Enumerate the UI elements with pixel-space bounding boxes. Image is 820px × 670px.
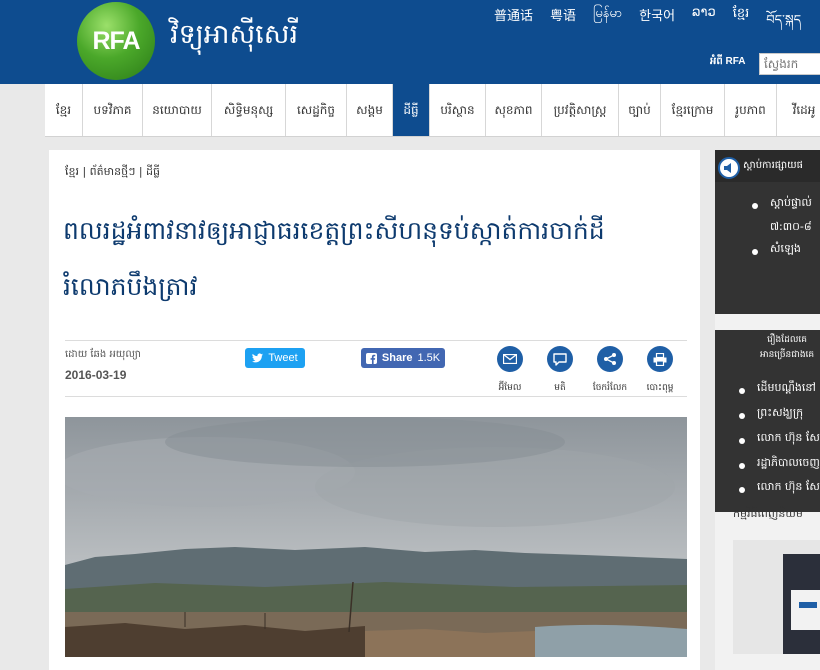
nav-item[interactable]: រូបភាព [725, 84, 777, 136]
most-read-item[interactable]: លោក ហ៊ុន សែ [757, 480, 820, 496]
byline: ដោយ ឆែង អយុល្យា [65, 349, 141, 360]
bullet [739, 413, 745, 419]
bullet [739, 487, 745, 493]
nav-item[interactable]: ប្រវត្តិសាស្ត្រ [542, 84, 619, 136]
main-nav: ខ្មែរ បទវិភាគ នយោបាយ សិទ្ធិមនុស្ស សេដ្ឋក… [45, 84, 820, 137]
search-input[interactable] [759, 53, 820, 75]
breadcrumb[interactable]: ខ្មែរ | ព័ត៌មានថ្មីៗ | ដីធ្លី [65, 165, 160, 181]
divider [65, 396, 687, 397]
email-icon [497, 346, 523, 372]
site-header: RFA វិទ្យុអាស៊ីសេរី 普通话 粤语 မြန်မာ 한국어 ລາ… [0, 0, 820, 84]
facebook-share-button[interactable]: Share 1.5K [361, 348, 445, 368]
tweet-button[interactable]: Tweet [245, 348, 305, 368]
most-read-title-line2: អានច្រើនជាងគេ [760, 350, 815, 360]
nav-item[interactable]: សង្គម [347, 84, 393, 136]
email-tool[interactable]: អ៊ីមែល [490, 346, 530, 395]
nav-item[interactable]: ខ្មែរក្រោម [661, 84, 725, 136]
listen-live-link[interactable]: ស្ដាប់ផ្ទាល់ [770, 196, 812, 212]
speaker-icon[interactable] [718, 157, 740, 179]
most-read-title-line1: រឿងដែលគេ [767, 335, 807, 345]
listen-audio-link[interactable]: សំឡេង [770, 242, 801, 258]
lang-link[interactable]: ខ្មែរ [733, 5, 750, 42]
lang-link[interactable]: 한국어 [639, 5, 675, 42]
divider [65, 340, 687, 341]
landscape-photo [65, 417, 687, 657]
print-icon [647, 346, 673, 372]
lang-link[interactable]: မြန်မာ [593, 5, 622, 42]
nav-item[interactable]: វីដេអូ [777, 84, 820, 136]
listen-title: ស្ដាប់ការផ្សាយផ [743, 160, 803, 171]
publish-date: 2016-03-19 [65, 368, 127, 382]
bullet [752, 203, 758, 209]
bullet [739, 463, 745, 469]
article-photo [65, 417, 687, 657]
bullet [752, 249, 758, 255]
site-title[interactable]: វិទ្យុអាស៊ីសេរី [170, 18, 298, 57]
share-count: 1.5K [417, 352, 441, 364]
column-gutter [700, 150, 715, 670]
nav-item-active[interactable]: ដីធ្លី [393, 84, 430, 136]
print-label: បោះពុម្ព [646, 383, 674, 393]
nav-item[interactable]: សិទ្ធិមនុស្ស [212, 84, 286, 136]
rfa-logo[interactable]: RFA [77, 2, 155, 80]
facebook-icon [365, 352, 377, 364]
most-read-item[interactable]: លោក ហ៊ុន សែ [757, 431, 820, 447]
nav-item[interactable]: នយោបាយ [143, 84, 212, 136]
tweet-label: Tweet [268, 352, 298, 364]
most-read-item[interactable]: ដើមបណ្ដឹងនៅ [757, 381, 816, 397]
share-tool[interactable]: ចែករំលែក [590, 346, 630, 395]
print-tool[interactable]: បោះពុម្ព [640, 346, 680, 395]
nav-item[interactable]: បរិស្ថាន [430, 84, 486, 136]
comment-tool[interactable]: មតិ [540, 346, 580, 395]
nav-item[interactable]: បទវិភាគ [83, 84, 143, 136]
lang-link[interactable]: 普通话 [494, 5, 533, 42]
lang-link[interactable]: བོད་སྐད [766, 5, 801, 42]
most-read-title: រឿងដែលគេ អានច្រើនជាងគេ [760, 333, 814, 363]
share-label: Share [381, 352, 413, 364]
popular-programs-title: កម្មវិធីពេញនិយម [733, 507, 803, 520]
logo-text: RFA [92, 26, 141, 55]
about-rfa-link[interactable]: អំពី RFA [710, 54, 745, 69]
bullet [739, 438, 745, 444]
language-links: 普通话 粤语 မြန်မာ 한국어 ລາວ ខ្មែរ བོད་སྐད [494, 5, 818, 42]
most-read-item[interactable]: ព្រះសង្ឃក្រុ [757, 406, 803, 422]
promo-thumbnail[interactable] [733, 540, 820, 654]
nav-item[interactable]: ខ្មែរ [45, 84, 83, 136]
lang-link[interactable]: 粤语 [550, 5, 576, 42]
listen-time: ៧:៣០-៨ [770, 220, 812, 233]
comment-label: មតិ [554, 383, 566, 393]
share-icon [597, 346, 623, 372]
nav-item[interactable]: ច្បាប់ [619, 84, 661, 136]
comment-icon [547, 346, 573, 372]
promo-image [733, 540, 820, 654]
most-read-item[interactable]: រដ្ឋាភិបាលចេញ [757, 456, 820, 472]
lang-link[interactable]: ລາວ [692, 5, 716, 42]
article-title: ពលរដ្ឋអំពាវនាវឲ្យអាជ្ញាធរខេត្តព្រះសីហនុទ… [63, 216, 605, 301]
email-label: អ៊ីមែល [498, 383, 522, 393]
nav-item[interactable]: សុខភាព [486, 84, 542, 136]
nav-item[interactable]: សេដ្ឋកិច្ច [286, 84, 347, 136]
bullet [739, 388, 745, 394]
twitter-icon [252, 353, 264, 363]
share-tool-label: ចែករំលែក [592, 383, 628, 393]
